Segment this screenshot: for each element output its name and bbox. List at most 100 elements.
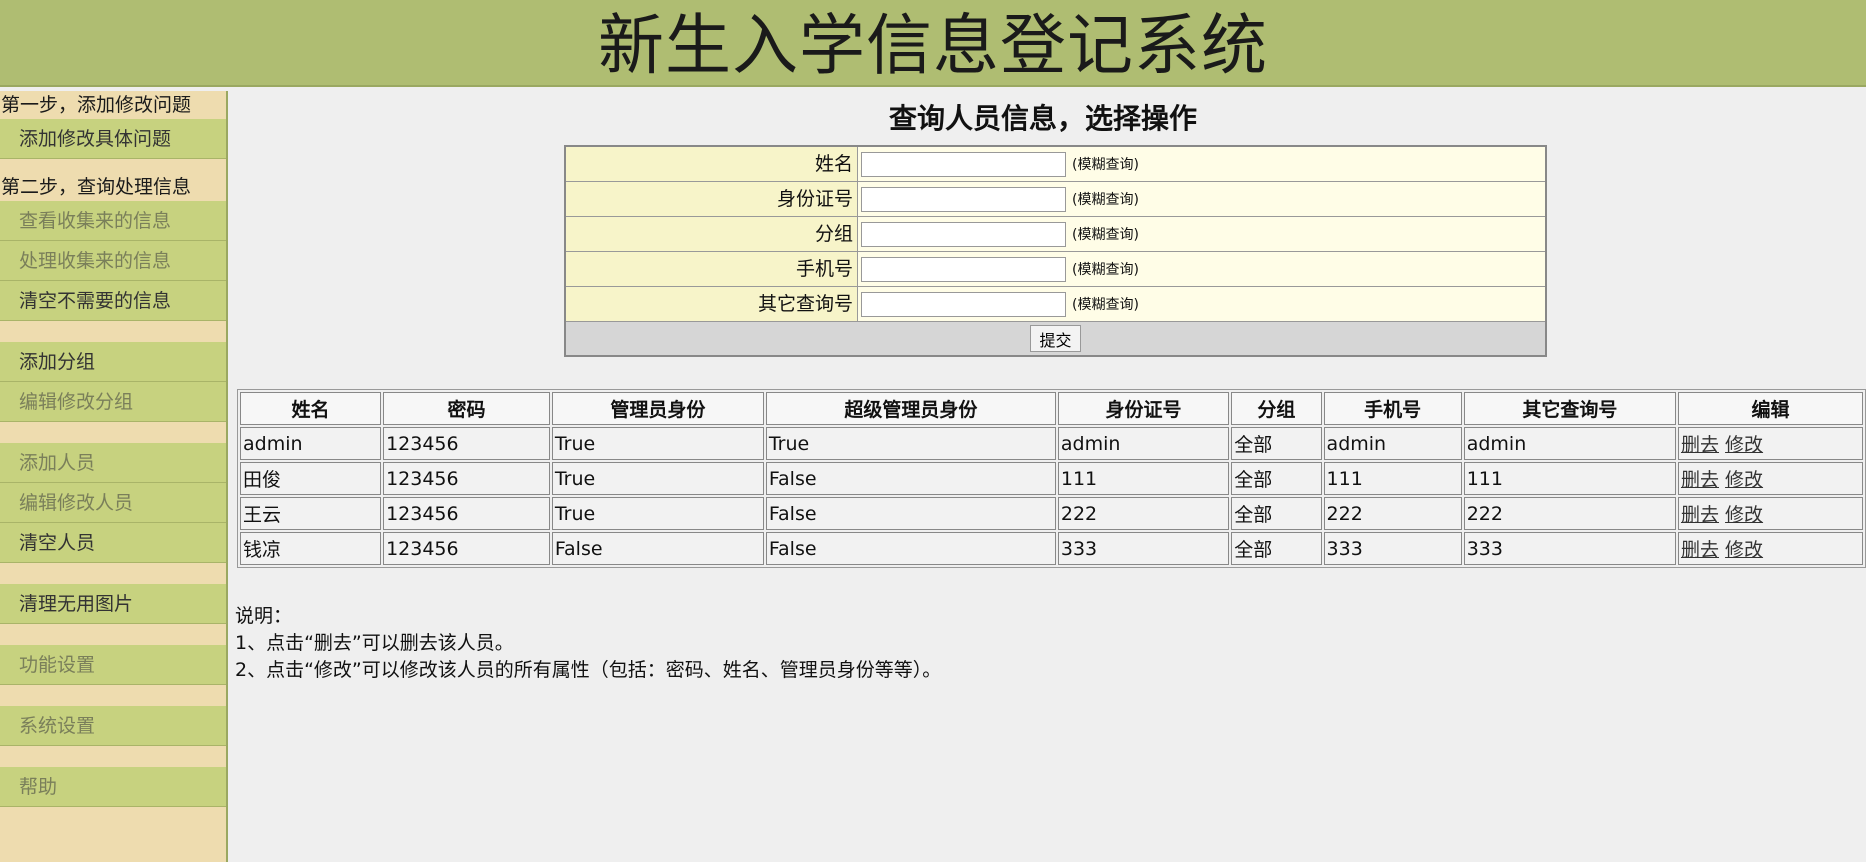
edit-link[interactable]: 修改: [1725, 434, 1763, 456]
instructions-line-edit: 2、点击“修改”可以修改该人员的所有属性（包括：密码、姓名、管理员身份等等）。: [235, 659, 942, 681]
sidebar-item-view-collected[interactable]: 查看收集来的信息: [0, 201, 226, 241]
sidebar-item-clear-unneeded[interactable]: 清空不需要的信息: [0, 281, 226, 321]
sidebar-item-system-settings[interactable]: 系统设置: [0, 706, 226, 746]
cell-admin: False: [551, 532, 764, 565]
cell-phone: 222: [1323, 497, 1462, 530]
cell-admin: True: [551, 427, 764, 460]
cell-group: 全部: [1231, 497, 1322, 530]
cell-superadmin: True: [765, 427, 1056, 460]
cell-other-query: 222: [1463, 497, 1676, 530]
cell-other-query: 111: [1463, 462, 1676, 495]
fuzzy-hint: (模糊查询): [1072, 227, 1139, 243]
submit-row: 提交: [566, 322, 1545, 355]
cell-password: 123456: [383, 497, 550, 530]
cell-phone: 111: [1323, 462, 1462, 495]
col-header-group: 分组: [1231, 392, 1322, 425]
col-header-id-number: 身份证号: [1057, 392, 1230, 425]
cell-id-number: 111: [1057, 462, 1230, 495]
page-title: 查询人员信息，选择操作: [888, 102, 1197, 135]
query-label-other: 其它查询号: [566, 287, 858, 321]
query-label-group: 分组: [566, 217, 858, 251]
query-row-phone: 手机号 (模糊查询): [566, 252, 1545, 287]
cell-name: 钱凉: [240, 532, 382, 565]
fuzzy-hint: (模糊查询): [1072, 157, 1139, 173]
cell-actions: 删去 修改: [1677, 532, 1863, 565]
sidebar-item-add-group[interactable]: 添加分组: [0, 342, 226, 382]
cell-name: admin: [240, 427, 382, 460]
cell-actions: 删去 修改: [1677, 462, 1863, 495]
other-query-input[interactable]: [861, 291, 1066, 317]
cell-id-number: 333: [1057, 532, 1230, 565]
query-label-name: 姓名: [566, 147, 858, 181]
table-row: 田俊 123456 True False 111 全部 111 111 删去 修…: [240, 462, 1863, 495]
delete-link[interactable]: 删去: [1681, 469, 1719, 491]
fuzzy-hint: (模糊查询): [1072, 192, 1139, 208]
people-table: 姓名 密码 管理员身份 超级管理员身份 身份证号 分组 手机号 其它查询号 编辑…: [237, 389, 1866, 568]
col-header-name: 姓名: [240, 392, 382, 425]
id-number-input[interactable]: [861, 186, 1066, 212]
sidebar: 第一步，添加修改问题 添加修改具体问题 第二步，查询处理信息 查看收集来的信息 …: [0, 91, 228, 862]
cell-superadmin: False: [765, 532, 1056, 565]
sidebar-item-edit-group[interactable]: 编辑修改分组: [0, 382, 226, 422]
submit-button[interactable]: 提交: [1030, 325, 1081, 352]
query-label-id: 身份证号: [566, 182, 858, 216]
name-input[interactable]: [861, 151, 1066, 177]
cell-admin: True: [551, 497, 764, 530]
delete-link[interactable]: 删去: [1681, 434, 1719, 456]
sidebar-item-feature-settings[interactable]: 功能设置: [0, 645, 226, 685]
sidebar-item-edit-person[interactable]: 编辑修改人员: [0, 483, 226, 523]
query-label-phone: 手机号: [566, 252, 858, 286]
sidebar-section-step1: 第一步，添加修改问题: [1, 94, 192, 116]
group-input[interactable]: [861, 221, 1066, 247]
col-header-superadmin: 超级管理员身份: [765, 392, 1056, 425]
cell-actions: 删去 修改: [1677, 497, 1863, 530]
cell-other-query: 333: [1463, 532, 1676, 565]
delete-link[interactable]: 删去: [1681, 504, 1719, 526]
edit-link[interactable]: 修改: [1725, 469, 1763, 491]
col-header-phone: 手机号: [1323, 392, 1462, 425]
sidebar-item-process-collected[interactable]: 处理收集来的信息: [0, 241, 226, 281]
col-header-other-query: 其它查询号: [1463, 392, 1676, 425]
cell-password: 123456: [383, 427, 550, 460]
sidebar-section-step2: 第二步，查询处理信息: [1, 176, 192, 198]
sidebar-item-clean-images[interactable]: 清理无用图片: [0, 584, 226, 624]
main-content: 查询人员信息，选择操作 姓名 (模糊查询) 身份证号 (模糊查询) 分组 (模糊…: [233, 91, 1866, 862]
cell-group: 全部: [1231, 427, 1322, 460]
edit-link[interactable]: 修改: [1725, 504, 1763, 526]
cell-name: 田俊: [240, 462, 382, 495]
edit-link[interactable]: 修改: [1725, 539, 1763, 561]
table-row: 王云 123456 True False 222 全部 222 222 删去 修…: [240, 497, 1863, 530]
query-form: 姓名 (模糊查询) 身份证号 (模糊查询) 分组 (模糊查询) 手机号 (模糊查…: [564, 145, 1547, 357]
cell-superadmin: False: [765, 462, 1056, 495]
app-title: 新生入学信息登记系统: [598, 7, 1268, 84]
cell-password: 123456: [383, 532, 550, 565]
cell-admin: True: [551, 462, 764, 495]
cell-id-number: 222: [1057, 497, 1230, 530]
fuzzy-hint: (模糊查询): [1072, 297, 1139, 313]
phone-input[interactable]: [861, 256, 1066, 282]
sidebar-item-clear-person[interactable]: 清空人员: [0, 523, 226, 563]
instructions-line-delete: 1、点击“删去”可以删去该人员。: [235, 632, 514, 654]
table-row: 钱凉 123456 False False 333 全部 333 333 删去 …: [240, 532, 1863, 565]
cell-other-query: admin: [1463, 427, 1676, 460]
cell-phone: 333: [1323, 532, 1462, 565]
col-header-admin: 管理员身份: [551, 392, 764, 425]
query-row-id: 身份证号 (模糊查询): [566, 182, 1545, 217]
cell-actions: 删去 修改: [1677, 427, 1863, 460]
sidebar-item-edit-questions[interactable]: 添加修改具体问题: [0, 119, 226, 159]
cell-id-number: admin: [1057, 427, 1230, 460]
sidebar-item-help[interactable]: 帮助: [0, 767, 226, 807]
query-row-other: 其它查询号 (模糊查询): [566, 287, 1545, 322]
table-header-row: 姓名 密码 管理员身份 超级管理员身份 身份证号 分组 手机号 其它查询号 编辑: [240, 392, 1863, 425]
cell-name: 王云: [240, 497, 382, 530]
col-header-edit: 编辑: [1677, 392, 1863, 425]
sidebar-item-add-person[interactable]: 添加人员: [0, 443, 226, 483]
cell-group: 全部: [1231, 532, 1322, 565]
cell-password: 123456: [383, 462, 550, 495]
cell-phone: admin: [1323, 427, 1462, 460]
query-row-group: 分组 (模糊查询): [566, 217, 1545, 252]
cell-superadmin: False: [765, 497, 1056, 530]
query-row-name: 姓名 (模糊查询): [566, 147, 1545, 182]
delete-link[interactable]: 删去: [1681, 539, 1719, 561]
fuzzy-hint: (模糊查询): [1072, 262, 1139, 278]
